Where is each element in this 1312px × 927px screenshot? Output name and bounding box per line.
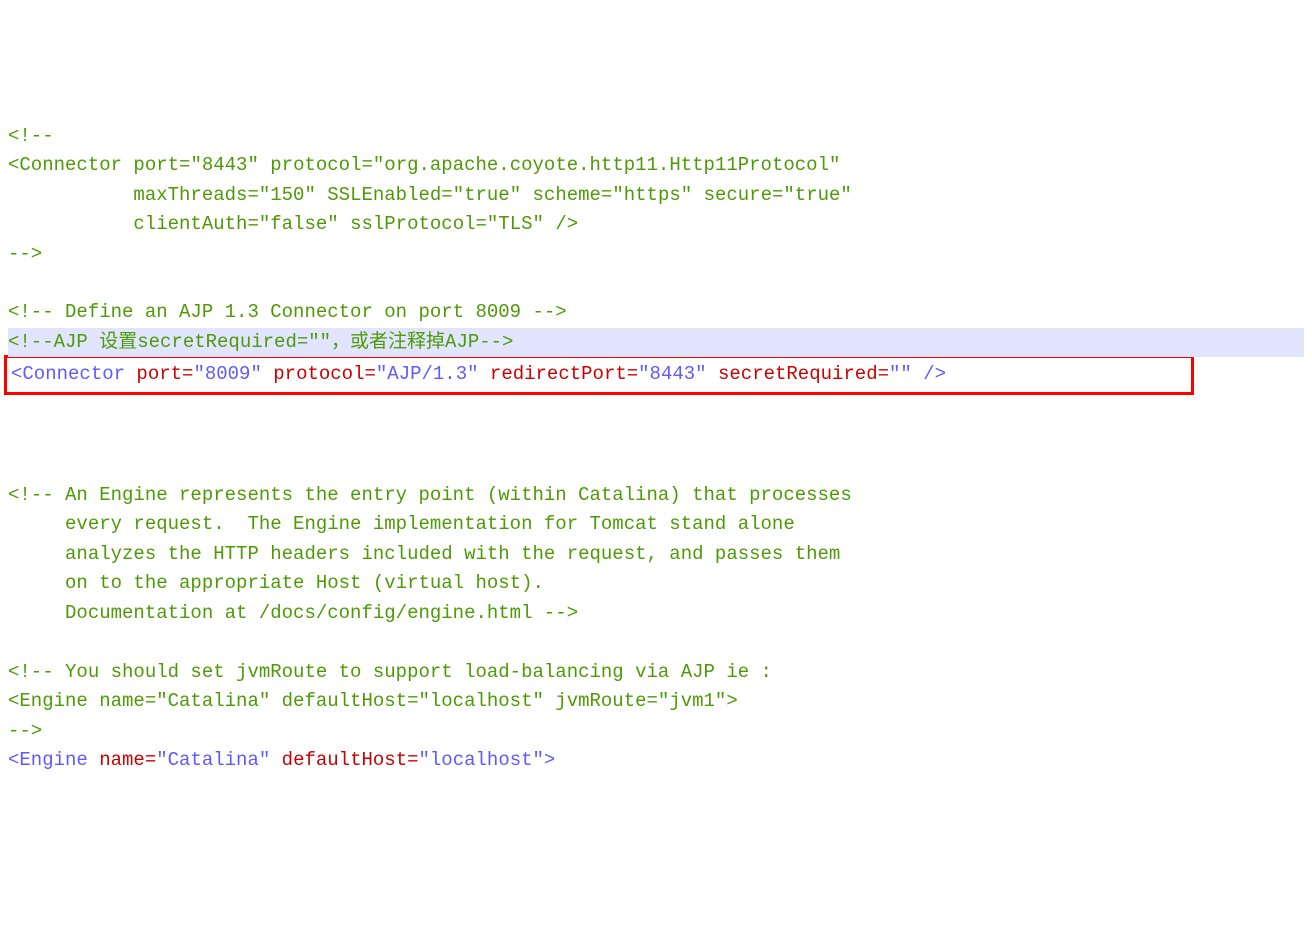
- code-block: <!-- <Connector port="8443" protocol="or…: [8, 122, 1304, 776]
- jvmroute-comment-1: <!-- You should set jvmRoute to support …: [8, 661, 772, 683]
- engine-desc-1: <!-- An Engine represents the entry poin…: [8, 484, 852, 506]
- comment-open: <!--: [8, 125, 54, 147]
- connector-ssl-line1: <Connector port="8443" protocol="org.apa…: [8, 154, 840, 176]
- ajp-note-comment: <!--AJP 设置secretRequired=""，或者注释掉AJP-->: [8, 331, 513, 353]
- engine-desc-4: on to the appropriate Host (virtual host…: [8, 572, 544, 594]
- engine-desc-3: analyzes the HTTP headers included with …: [8, 543, 840, 565]
- ajp-connector-highlight-box: <Connector port="8009" protocol="AJP/1.3…: [4, 355, 1194, 394]
- connector-ssl-line2: maxThreads="150" SSLEnabled="true" schem…: [8, 184, 852, 206]
- comment-close: -->: [8, 243, 42, 265]
- engine-tag: <Engine name="Catalina" defaultHost="loc…: [8, 749, 555, 771]
- connector-ssl-line3: clientAuth="false" sslProtocol="TLS" />: [8, 213, 578, 235]
- ajp-note-highlight: <!--AJP 设置secretRequired=""，或者注释掉AJP-->: [8, 328, 1304, 357]
- engine-desc-2: every request. The Engine implementation…: [8, 513, 795, 535]
- jvmroute-comment-2: <Engine name="Catalina" defaultHost="loc…: [8, 690, 738, 712]
- jvmroute-comment-3: -->: [8, 720, 42, 742]
- engine-desc-5: Documentation at /docs/config/engine.htm…: [8, 602, 578, 624]
- connector-ajp-open: <Connector: [11, 363, 136, 385]
- ajp-define-comment: <!-- Define an AJP 1.3 Connector on port…: [8, 301, 567, 323]
